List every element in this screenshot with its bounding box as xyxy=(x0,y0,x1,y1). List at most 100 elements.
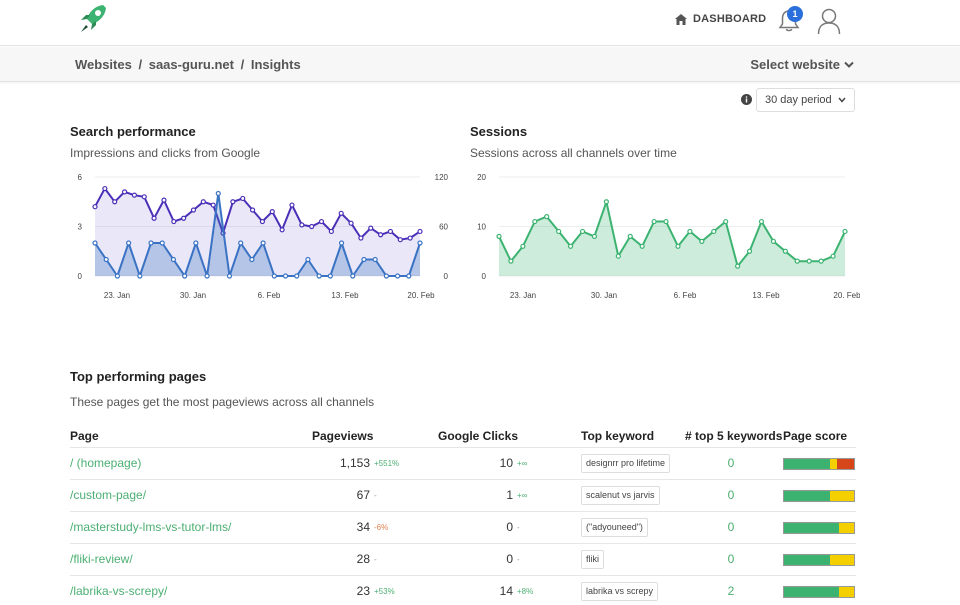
data-point xyxy=(141,194,147,200)
top-keyword-tag[interactable]: labrika vs screpy xyxy=(581,582,659,601)
data-point xyxy=(603,199,609,205)
sessions-chart: 20 10 0 23. Jan 30. Jan 6. Feb 13. Feb 20. Feb xyxy=(477,173,860,300)
column-header-page-score[interactable]: Page score xyxy=(783,429,847,443)
data-point xyxy=(181,215,187,221)
y-tick-label: 6 xyxy=(78,173,83,182)
data-point xyxy=(159,240,165,246)
top-keyword-tag[interactable]: ("adyouneed") xyxy=(581,518,648,537)
data-point xyxy=(204,273,210,279)
data-point xyxy=(615,253,621,259)
clicks-delta: +8% xyxy=(517,587,534,596)
data-point xyxy=(131,192,137,198)
data-point xyxy=(758,218,765,225)
page-link[interactable]: /masterstudy-lms-vs-tutor-lms/ xyxy=(70,520,231,534)
dashboard-link[interactable]: DASHBOARD xyxy=(675,13,766,25)
y2-tick-label: 60 xyxy=(439,223,448,232)
top-keyword-tag[interactable]: fliki xyxy=(581,550,604,569)
page-score-segment xyxy=(838,523,854,533)
pageviews-delta: -6% xyxy=(374,523,389,532)
column-header-google-clicks[interactable]: Google Clicks xyxy=(438,429,518,443)
top5-keywords-count[interactable]: 0 xyxy=(721,456,741,470)
top5-keywords-count[interactable]: 0 xyxy=(721,552,741,566)
data-point xyxy=(830,253,836,259)
data-point xyxy=(148,240,154,246)
data-point xyxy=(746,248,753,254)
top5-keywords-count[interactable]: 2 xyxy=(721,584,741,598)
page-score-segment xyxy=(784,587,839,597)
user-avatar-icon[interactable] xyxy=(816,7,842,35)
top-keyword-tag[interactable]: designrr pro lifetime xyxy=(581,454,671,473)
page-score-segment xyxy=(784,523,839,533)
search-performance-subtitle: Impressions and clicks from Google xyxy=(70,146,261,160)
breadcrumb-site[interactable]: saas-guru.net xyxy=(149,57,234,72)
page-link[interactable]: /custom-page/ xyxy=(70,488,146,502)
data-point xyxy=(711,228,717,235)
data-point xyxy=(348,220,354,226)
x-tick-label: 6. Feb xyxy=(674,291,697,300)
top-keyword-tag[interactable]: scalenut vs jarvis xyxy=(581,486,660,505)
data-point xyxy=(407,235,413,241)
page-score-segment xyxy=(830,555,854,565)
column-header-top5-keywords[interactable]: # top 5 keywords xyxy=(685,429,782,443)
period-selected-value: 30 day period xyxy=(765,94,832,106)
pageviews-value: 67 xyxy=(356,488,370,502)
top5-keywords-count[interactable]: 0 xyxy=(721,488,741,502)
data-point xyxy=(299,222,305,228)
data-point xyxy=(112,199,118,205)
clicks-value: 1 xyxy=(506,488,513,502)
data-point xyxy=(279,227,285,233)
data-point xyxy=(259,218,266,225)
page-score-bar[interactable] xyxy=(783,554,855,566)
chevron-down-icon xyxy=(844,61,854,68)
period-select[interactable]: 30 day period xyxy=(756,88,855,112)
clicks-value: 0 xyxy=(506,520,513,534)
clicks-delta: +∞ xyxy=(517,491,528,500)
page-score-bar[interactable] xyxy=(783,586,855,598)
page-score-bar[interactable] xyxy=(783,522,855,534)
data-point xyxy=(282,273,289,279)
data-point xyxy=(171,218,177,225)
data-point xyxy=(406,273,412,279)
x-tick-label: 13. Feb xyxy=(331,291,359,300)
sessions-subtitle: Sessions across all channels over time xyxy=(470,146,677,160)
data-point xyxy=(520,243,526,249)
table-row: /fliki-review/28-0- fliki 0 xyxy=(70,543,856,575)
page-score-bar[interactable] xyxy=(783,490,855,502)
clicks-delta: - xyxy=(517,555,520,564)
data-point xyxy=(271,273,277,279)
page-link[interactable]: /labrika-vs-screpy/ xyxy=(70,584,167,598)
page-score-segment xyxy=(830,459,838,469)
clicks-value: 14 xyxy=(499,584,513,598)
data-point xyxy=(102,185,108,192)
sessions-title: Sessions xyxy=(470,124,528,139)
breadcrumb-websites[interactable]: Websites xyxy=(75,57,132,72)
page-link[interactable]: /fliki-review/ xyxy=(70,552,133,566)
page-link[interactable]: / (homepage) xyxy=(70,456,141,470)
data-point xyxy=(394,273,401,279)
x-tick-label: 6. Feb xyxy=(258,291,281,300)
top5-keywords-count[interactable]: 0 xyxy=(721,520,741,534)
y-tick-label: 20 xyxy=(477,173,486,182)
pageviews-delta: +53% xyxy=(374,587,395,596)
data-point xyxy=(305,256,311,263)
data-point xyxy=(842,228,848,235)
table-row: /masterstudy-lms-vs-tutor-lms/34 -6% 0- ("a… xyxy=(70,511,856,543)
data-point xyxy=(338,240,345,246)
select-website-dropdown[interactable]: Select website xyxy=(750,57,854,72)
dashboard-label: DASHBOARD xyxy=(693,13,767,25)
page-score-segment xyxy=(838,587,854,597)
data-point xyxy=(92,240,98,246)
column-header-top-keyword[interactable]: Top keyword xyxy=(581,429,654,443)
rocket-logo-icon[interactable] xyxy=(78,3,108,35)
data-point xyxy=(121,189,128,195)
data-point xyxy=(639,243,645,249)
data-point xyxy=(723,218,729,225)
y-tick-label: 0 xyxy=(482,272,487,281)
column-header-page[interactable]: Page xyxy=(70,429,99,443)
column-header-pageviews[interactable]: Pageviews xyxy=(312,429,373,443)
page-score-bar[interactable] xyxy=(783,458,855,470)
y2-tick-label: 0 xyxy=(444,272,449,281)
data-point xyxy=(249,207,256,213)
info-icon[interactable] xyxy=(741,94,752,105)
pageviews-delta: +551% xyxy=(374,459,400,468)
